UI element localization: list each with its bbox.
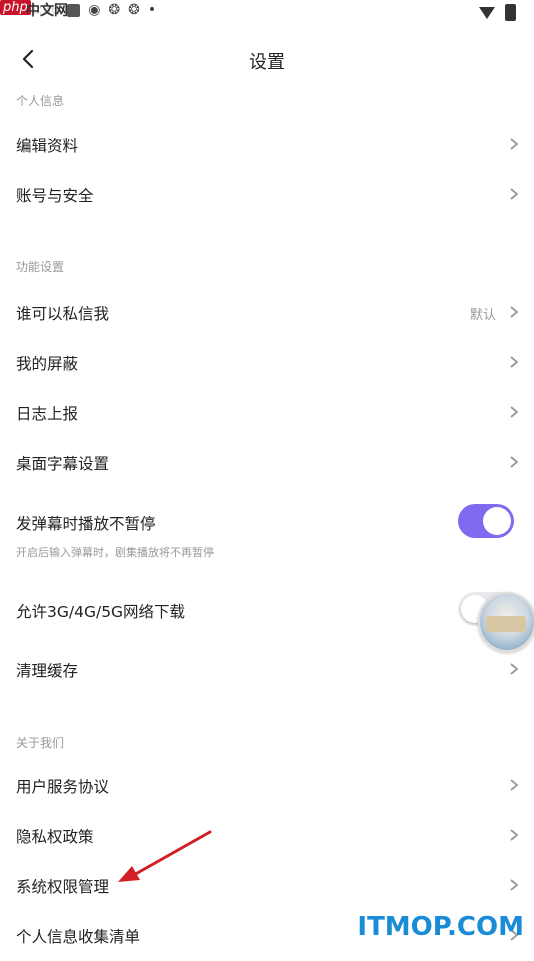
section-label-features: 功能设置 — [16, 260, 65, 274]
weibo-icon: ◉ — [88, 2, 101, 18]
wifi-icon — [479, 6, 495, 19]
chevron-right-icon — [510, 356, 519, 368]
row-label: 用户服务协议 — [16, 778, 110, 796]
dot-icon: • — [147, 2, 157, 18]
chevron-right-icon — [510, 406, 519, 418]
row-label: 我的屏蔽 — [16, 355, 79, 373]
row-label: 发弹幕时播放不暂停 — [16, 515, 156, 533]
page-title: 设置 — [249, 52, 285, 73]
settings-row-mobile-download: 允许3G/4G/5G网络下载 — [0, 586, 534, 636]
itmop-watermark: ITMOP.COM — [357, 912, 524, 942]
section-label-personal: 个人信息 — [16, 94, 65, 108]
row-label: 隐私权政策 — [16, 828, 94, 846]
settings-row-my-blocks[interactable]: 我的屏蔽 — [0, 338, 534, 388]
chevron-right-icon — [510, 779, 519, 791]
settings-row-account-security[interactable]: 账号与安全 — [0, 170, 534, 220]
settings-row-privacy-policy[interactable]: 隐私权政策 — [0, 811, 534, 861]
settings-row-system-permissions[interactable]: 系统权限管理 — [0, 861, 534, 911]
app-icon: ❂ — [108, 2, 121, 18]
row-label: 个人信息收集清单 — [16, 928, 141, 946]
row-label: 账号与安全 — [16, 187, 94, 205]
section-label-about: 关于我们 — [16, 736, 65, 750]
chevron-right-icon — [510, 829, 519, 841]
thumbnail-scene — [486, 616, 526, 632]
settings-row-edit-profile[interactable]: 编辑资料 — [0, 120, 534, 170]
toggle-knob — [483, 507, 511, 535]
settings-row-danmaku-no-pause: 发弹幕时播放不暂停 开启后输入弹幕时，剧集播放将不再暂停 — [0, 498, 534, 570]
status-time: 1:36 — [30, 2, 60, 18]
chevron-right-icon — [510, 188, 519, 200]
status-bar: php 中文网 1:36 ◉ ❂ ❂ • — [0, 0, 534, 26]
settings-row-desktop-subtitles[interactable]: 桌面字幕设置 — [0, 438, 534, 488]
row-label: 允许3G/4G/5G网络下载 — [16, 603, 186, 621]
status-right — [479, 4, 516, 21]
row-label: 编辑资料 — [16, 137, 79, 155]
danmaku-no-pause-toggle[interactable] — [458, 504, 514, 538]
row-value: 默认 — [469, 308, 496, 323]
chevron-right-icon — [510, 138, 519, 150]
battery-icon — [505, 4, 516, 21]
status-left: 1:36 ◉ ❂ ❂ • — [30, 2, 156, 18]
row-sub-label: 开启后输入弹幕时，剧集播放将不再暂停 — [16, 546, 214, 559]
row-label: 系统权限管理 — [16, 878, 110, 896]
header: 设置 — [0, 36, 534, 84]
chevron-right-icon — [510, 306, 519, 318]
settings-row-who-can-message[interactable]: 谁可以私信我 默认 — [0, 288, 534, 338]
chevron-right-icon — [510, 663, 519, 675]
sim-icon — [67, 3, 81, 17]
chevron-right-icon — [510, 879, 519, 891]
chevron-right-icon — [510, 456, 519, 468]
row-label: 清理缓存 — [16, 662, 79, 680]
floating-video-thumbnail[interactable] — [478, 592, 534, 652]
annotation-arrow — [118, 830, 212, 882]
row-label: 桌面字幕设置 — [16, 455, 110, 473]
settings-row-clear-cache[interactable]: 清理缓存 — [0, 645, 534, 695]
row-label: 日志上报 — [16, 405, 79, 423]
settings-row-user-agreement[interactable]: 用户服务协议 — [0, 761, 534, 811]
app-icon-2: ❂ — [128, 2, 140, 18]
row-label: 谁可以私信我 — [16, 305, 110, 323]
settings-row-log-report[interactable]: 日志上报 — [0, 388, 534, 438]
